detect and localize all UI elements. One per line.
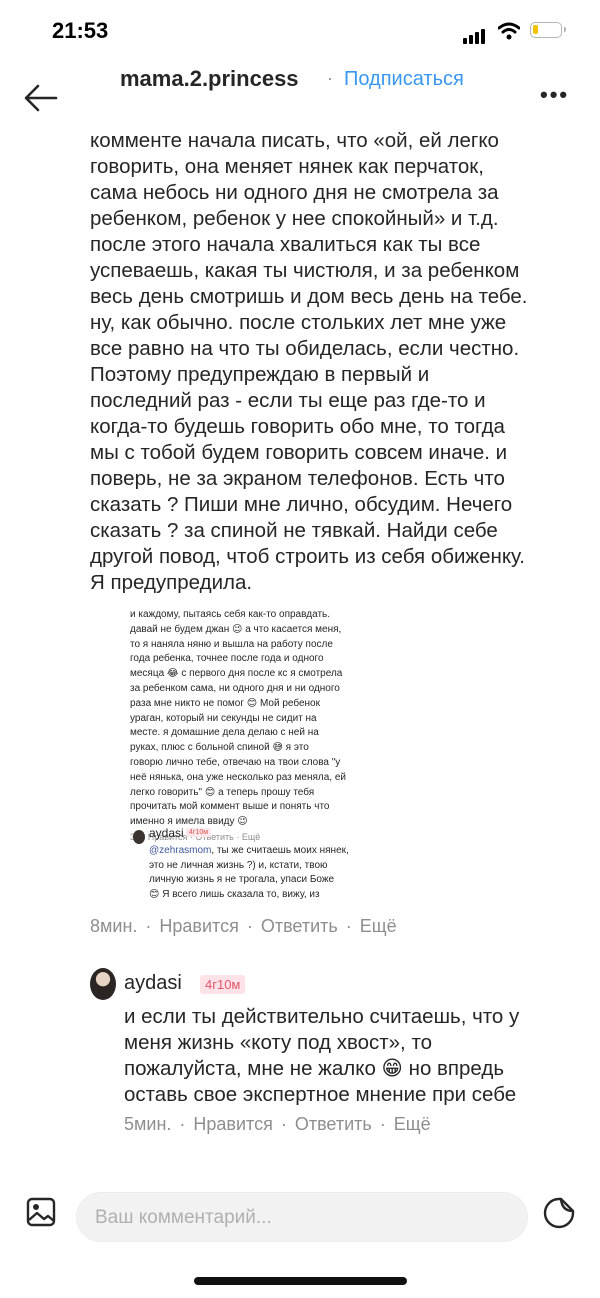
image-icon[interactable] — [26, 1196, 56, 1228]
comment-text-line: весь день смотришь и дом весь день на те… — [90, 285, 528, 308]
follow-button[interactable]: Подписаться — [344, 68, 464, 91]
screenshot-reply-line: личную жизнь я не трогала, упаси Боже — [149, 874, 335, 886]
comment-text-line: ребенком, ребенок у нее спокойный» и т.д… — [90, 207, 499, 230]
comment-text-line: сама небось ни одного дня не смотрела за — [90, 181, 499, 204]
more-button[interactable]: Ещё — [360, 916, 397, 936]
reply-meta: 5мин. · Нравится · Ответить · Ещё — [124, 1114, 431, 1134]
screenshot-text-line: руках, плюс с больной спиной 😅 я это — [130, 742, 309, 754]
status-bar: 21:53 — [0, 0, 600, 62]
screenshot-reply-line: это не личная жизнь ?) и, кстати, твою — [149, 859, 328, 871]
reply-text-line: оставь свое экспертное мнение при себе — [124, 1083, 517, 1106]
screenshot-reply-line: @zehrasmom, ты же считаешь моих нянек, — [149, 844, 389, 859]
screenshot-text-line: и каждому, пытаясь себя как-то оправдать… — [130, 609, 331, 620]
header: mama.2.princess · Подписаться ••• — [0, 62, 600, 132]
reply-username[interactable]: aydasi — [124, 972, 182, 995]
reply-button[interactable]: Ответить — [261, 916, 338, 936]
reply-badge: 4г10м — [200, 975, 246, 994]
comment-text-line: сказать ? за спиной не тявкай. Найди себ… — [90, 519, 498, 542]
screenshot-reply-line: 😊 Я всего лишь сказала то, вижу, из — [149, 888, 320, 900]
comment-text-line: ну, как обычно. после стольких лет мне у… — [90, 311, 507, 334]
screenshot-text-line: то я наняла няню и вышла на работу после — [130, 638, 333, 650]
like-button[interactable]: Нравится — [159, 916, 238, 936]
reply-text-line: меня жизнь «коту под хвост», то — [124, 1031, 433, 1054]
comment-text-line: все равно на что ты обиделась, если чест… — [90, 337, 520, 360]
more-horizontal-icon[interactable]: ••• — [540, 82, 569, 108]
screenshot-text-line: говорю лично тебе, отвечаю на твои слова… — [130, 756, 341, 768]
comment-meta: 8мин. · Нравится · Ответить · Ещё — [90, 916, 397, 936]
comment-text-line: сказать ? Пиши мне лично, обсудим. Нечег… — [90, 493, 513, 516]
comment-text-line: мы с тобой будем говорить совсем иначе. … — [90, 441, 508, 464]
comment-text-line: Я предупредила. — [90, 571, 253, 594]
screenshot-text-line: года ребенка, точнее после года и одного — [130, 653, 324, 665]
reply-time: 5мин. — [124, 1114, 172, 1134]
screenshot-text-line: неё нянька, она уже несколько раз меняла… — [130, 771, 347, 783]
screenshot-text: и каждому, пытаясь себя как-то оправдать… — [130, 608, 370, 830]
comment-text: комменте начала писать, что «ой, ей легк… — [90, 128, 590, 596]
screenshot-text-line: ураган, который ни секунды не сидит на — [130, 712, 317, 724]
status-time: 21:53 — [52, 18, 109, 43]
arrow-left-icon[interactable] — [24, 84, 58, 112]
reply-more-button[interactable]: Ещё — [394, 1114, 431, 1134]
reply-reply-button[interactable]: Ответить — [295, 1114, 372, 1134]
screenshot-text-line: прочитать мой коммент выше и понять что — [130, 801, 330, 813]
comment-time: 8мин. — [90, 916, 138, 936]
screenshot-reply-line-text: , ты же считаешь моих нянек, — [211, 845, 349, 856]
screenshot-avatar — [133, 830, 145, 844]
screenshot-text-line: давай не будем джан 😉 а что касается мен… — [130, 623, 342, 635]
avatar[interactable] — [90, 968, 116, 1000]
screenshot-text-line: месяца 😂 с первого дня после кс я смотре… — [130, 668, 343, 680]
reply-text-line: и если ты действительно считаешь, что у — [124, 1005, 520, 1028]
home-indicator — [194, 1277, 407, 1285]
screenshot-reply-text: @zehrasmom, ты же считаешь моих нянек, эт… — [149, 844, 389, 904]
comment-text-line: успеваешь, какая ты чистюля, и за ребенк… — [90, 259, 520, 282]
cellular-signal-icon — [463, 26, 487, 44]
comment-text-line: другой повод, чтоб строить из себя обиже… — [90, 545, 525, 568]
comment-composer: Ваш комментарий... — [0, 1180, 600, 1252]
screenshot-text-line: месте. я домашние дела делаю с ней на — [130, 727, 319, 739]
screenshot-reply-badge: 4г10м — [186, 828, 212, 837]
reply-text-line: пожалуйста, мне не жалко 😁 но впредь — [124, 1057, 505, 1080]
comment-text-line: поверь, не за экраном телефонов. Есть чт… — [90, 467, 505, 490]
page-title-username[interactable]: mama.2.princess — [120, 66, 299, 92]
comment-input[interactable]: Ваш комментарий... — [76, 1192, 528, 1242]
comment-screenshot-image: и каждому, пытаясь себя как-то оправдать… — [130, 608, 390, 904]
screenshot-mention: @zehrasmom — [149, 845, 212, 856]
screenshot-text-line: раза мне никто не помог 😊 Мой ребенок — [130, 697, 320, 709]
screenshot-text-line: за ребенком сама, ни одного дня и ни одн… — [130, 682, 340, 694]
reply-like-button[interactable]: Нравится — [193, 1114, 272, 1134]
screenshot-text-line: легко говорить" 😊 а теперь прошу тебя — [130, 786, 315, 798]
comment-text-line: Поэтому предупреждаю в первый и — [90, 363, 430, 386]
battery-icon — [530, 22, 566, 38]
wifi-icon — [498, 22, 520, 40]
comment-text-line: после этого начала хвалиться как ты все — [90, 233, 481, 256]
comment-input-placeholder: Ваш комментарий... — [95, 1207, 272, 1228]
screenshot-reply-line: твоих же постов и с твоих же слов. — [149, 902, 389, 904]
comment-text-line: говорить, она меняет нянек как перчаток, — [90, 155, 484, 178]
separator-dot: · — [327, 68, 333, 88]
screenshot-reply-name: aydasi — [149, 826, 184, 840]
sticker-icon[interactable] — [542, 1196, 576, 1230]
reply-comment-text: и если ты действительно считаешь, что у м… — [124, 1004, 584, 1108]
comment-text-line: последний раз - если ты еще раз где-то и — [90, 389, 486, 412]
comment-text-line: когда-то будешь говорить обо мне, то тог… — [90, 415, 505, 438]
